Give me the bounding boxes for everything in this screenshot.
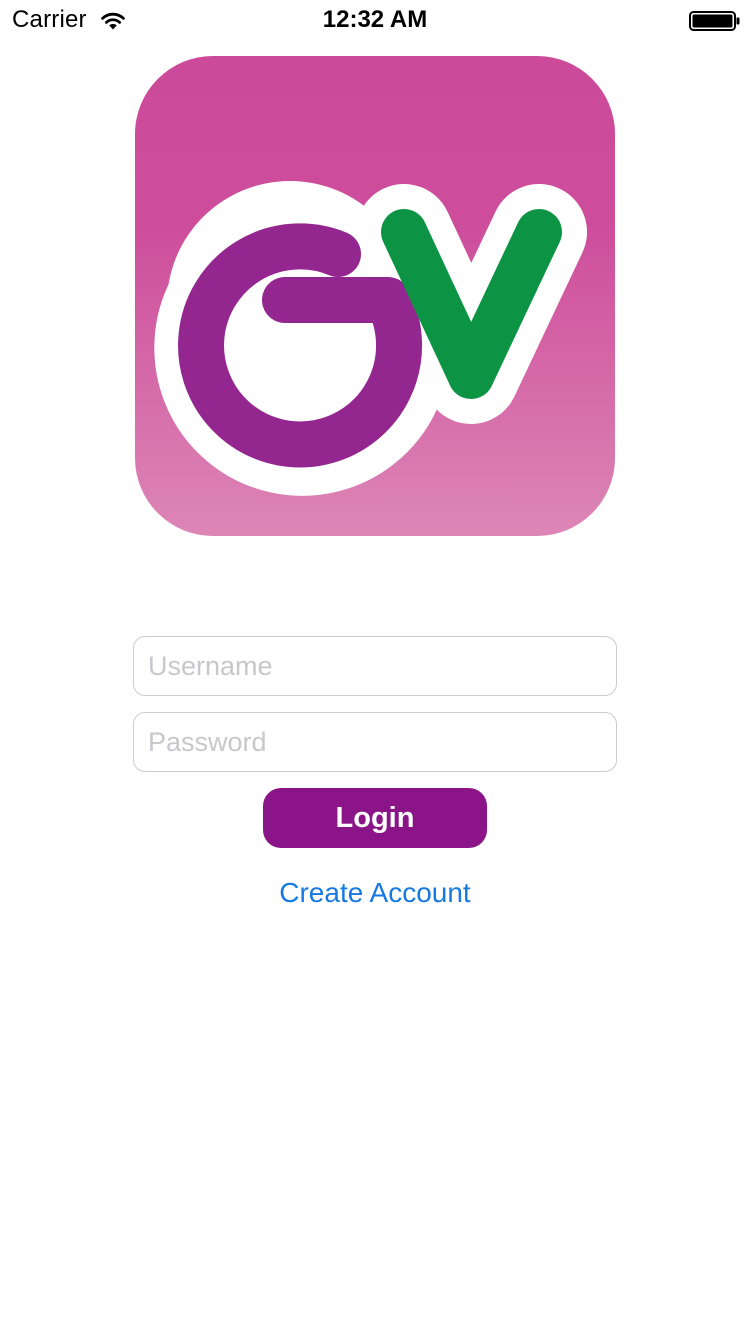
- password-field[interactable]: [133, 712, 617, 772]
- status-time: 12:32 AM: [322, 6, 428, 33]
- battery-icon: [689, 11, 740, 31]
- create-account-link[interactable]: Create Account: [0, 874, 750, 912]
- login-button[interactable]: Login: [263, 788, 487, 848]
- status-bar: Carrier 12:32 AM: [0, 0, 750, 40]
- login-screen: Carrier 12:32 AM Username Login Create A…: [0, 0, 750, 1334]
- app-logo: [135, 56, 615, 536]
- username-field[interactable]: [133, 636, 617, 696]
